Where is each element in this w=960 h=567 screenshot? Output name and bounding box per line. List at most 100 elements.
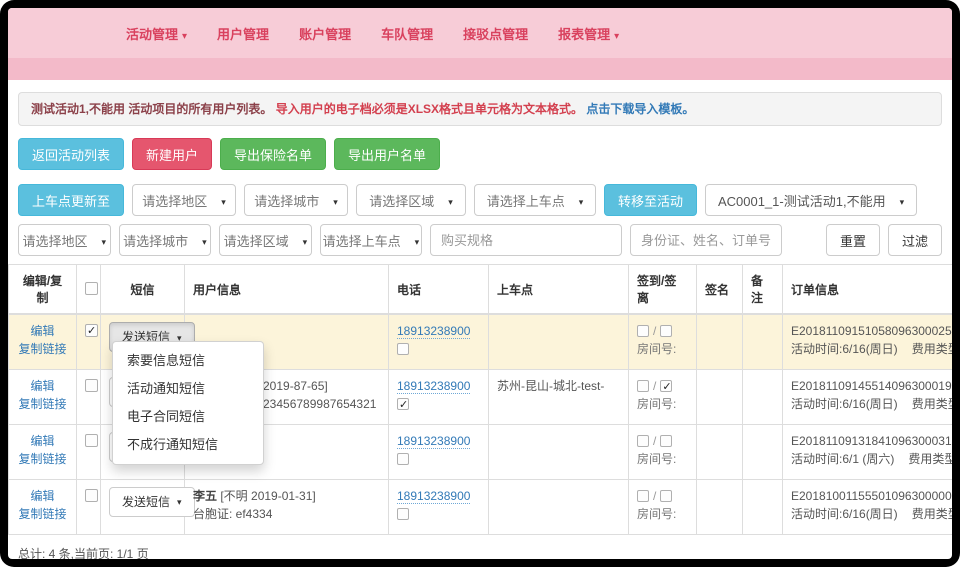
reset-button[interactable]: 重置	[826, 224, 880, 256]
purchase-spec-input[interactable]	[430, 224, 622, 256]
row-checkbox-cell	[77, 314, 101, 369]
phone-link[interactable]: 18913238900	[397, 489, 470, 504]
row-checkbox-cell	[77, 424, 101, 479]
nav-item-shuttle-point-mgmt[interactable]: 接驳点管理	[463, 24, 528, 43]
pickup-cell: 苏州-昆山-城北-test-	[489, 369, 629, 424]
edit-link[interactable]: 编辑	[17, 432, 68, 450]
activity-select[interactable]: AC0001_1-测试活动1,不能用	[705, 184, 917, 216]
remark-cell	[743, 424, 783, 479]
order-fee-type: 费用类型	[912, 342, 952, 356]
caret-down-icon	[333, 193, 338, 208]
nav-item-report-mgmt[interactable]: 报表管理	[558, 24, 619, 43]
edit-link[interactable]: 编辑	[17, 377, 68, 395]
order-number: E20181001155501096300000	[791, 487, 952, 505]
nav-item-user-mgmt[interactable]: 用户管理	[217, 24, 269, 43]
pickup-value: 苏州-昆山-城北-test-	[497, 379, 604, 393]
phone-checkbox[interactable]	[397, 453, 409, 465]
caret-down-icon	[415, 233, 420, 248]
select-value: 请选择城市	[254, 191, 319, 210]
copy-link[interactable]: 复制链接	[17, 450, 68, 468]
city-select[interactable]: 请选择城市	[244, 184, 348, 216]
edit-link[interactable]: 编辑	[17, 487, 68, 505]
edit-link[interactable]: 编辑	[17, 322, 68, 340]
district-select[interactable]: 请选择区域	[356, 184, 466, 216]
export-insurance-button[interactable]: 导出保险名单	[220, 138, 326, 170]
order-activity-time: 活动时间:6/16(周日)	[791, 397, 898, 411]
phone-checkbox[interactable]	[397, 343, 409, 355]
menu-item-request-info-sms[interactable]: 索要信息短信	[113, 347, 263, 375]
transfer-to-activity-button[interactable]: 转移至活动	[604, 184, 697, 216]
signout-checkbox[interactable]	[660, 325, 672, 337]
row-checkbox[interactable]	[85, 379, 98, 392]
alert-activity-title: 测试活动1,不能用 活动项目的所有用户列表。	[31, 102, 272, 116]
copy-link[interactable]: 复制链接	[17, 340, 68, 358]
select-all-checkbox[interactable]	[85, 282, 98, 295]
copy-link[interactable]: 复制链接	[17, 505, 68, 523]
phone-checkbox[interactable]	[397, 398, 409, 410]
signout-checkbox[interactable]	[660, 435, 672, 447]
search-input[interactable]	[630, 224, 782, 256]
sms-cell: 发送短信	[101, 479, 185, 534]
signin-checkbox[interactable]	[637, 380, 649, 392]
city-select-2[interactable]: 请选择城市	[119, 224, 212, 256]
download-template-link[interactable]: 点击下载导入模板。	[586, 102, 694, 116]
phone-link[interactable]: 18913238900	[397, 379, 470, 394]
signout-checkbox[interactable]	[660, 490, 672, 502]
signout-checkbox[interactable]	[660, 380, 672, 392]
nav-item-account-mgmt[interactable]: 账户管理	[299, 24, 351, 43]
header-edit-copy: 编辑/复制	[9, 265, 77, 315]
nav-item-fleet-mgmt[interactable]: 车队管理	[381, 24, 433, 43]
order-fee-type: 费用类型	[908, 452, 952, 466]
pickup-cell	[489, 479, 629, 534]
caret-down-icon	[202, 233, 207, 248]
back-to-activity-list-button[interactable]: 返回活动列表	[18, 138, 124, 170]
row-checkbox[interactable]	[85, 489, 98, 502]
update-pickup-point-button[interactable]: 上车点更新至	[18, 184, 124, 216]
menu-item-cancel-notice-sms[interactable]: 不成行通知短信	[113, 431, 263, 459]
signin-cell: / 房间号:	[629, 369, 697, 424]
signin-checkbox[interactable]	[637, 325, 649, 337]
header-pickup-point: 上车点	[489, 265, 629, 315]
pagination-summary: 总计: 4 条,当前页: 1/1 页	[18, 545, 942, 560]
phone-link[interactable]: 18913238900	[397, 324, 470, 339]
pickup-point-select-2[interactable]: 请选择上车点	[320, 224, 422, 256]
signin-cell: / 房间号:	[629, 479, 697, 534]
filter-button[interactable]: 过滤	[888, 224, 942, 256]
row-checkbox[interactable]	[85, 324, 98, 337]
remark-cell	[743, 479, 783, 534]
pickup-update-filter-row: 上车点更新至 请选择地区 请选择城市 请选择区域 请选择上车点 转移至活动 AC…	[18, 184, 942, 216]
export-users-button[interactable]: 导出用户名单	[334, 138, 440, 170]
signature-cell	[697, 369, 743, 424]
menu-item-econtract-sms[interactable]: 电子合同短信	[113, 403, 263, 431]
phone-checkbox[interactable]	[397, 508, 409, 520]
pickup-point-select[interactable]: 请选择上车点	[474, 184, 596, 216]
new-user-button[interactable]: 新建用户	[132, 138, 212, 170]
pickup-cell	[489, 314, 629, 369]
menu-item-activity-notice-sms[interactable]: 活动通知短信	[113, 375, 263, 403]
select-value: 请选择城市	[123, 231, 188, 250]
region-select-2[interactable]: 请选择地区	[18, 224, 111, 256]
nav-item-label: 报表管理	[558, 27, 610, 42]
copy-link[interactable]: 复制链接	[17, 395, 68, 413]
caret-down-icon	[579, 193, 584, 208]
row-checkbox[interactable]	[85, 434, 98, 447]
phone-link[interactable]: 18913238900	[397, 434, 470, 449]
top-navbar: 活动管理 用户管理 账户管理 车队管理 接驳点管理 报表管理	[8, 8, 952, 58]
caret-down-icon	[221, 193, 226, 208]
user-line1: [不明 2019-01-31]	[217, 489, 316, 503]
user-info-cell: 李五 [不明 2019-01-31] 台胞证: ef4334	[185, 479, 389, 534]
action-button-row: 返回活动列表 新建用户 导出保险名单 导出用户名单	[18, 138, 942, 170]
header-order-info: 订单信息	[783, 265, 953, 315]
nav-item-activity-mgmt[interactable]: 活动管理	[126, 24, 187, 43]
order-info-cell: E20181109151058096300025 活动时间:6/16(周日)费用…	[783, 314, 953, 369]
signin-checkbox[interactable]	[637, 435, 649, 447]
signin-checkbox[interactable]	[637, 490, 649, 502]
send-sms-button[interactable]: 发送短信	[109, 487, 195, 517]
user-line1: 2019-87-65]	[263, 377, 380, 395]
region-select[interactable]: 请选择地区	[132, 184, 236, 216]
header-remark: 备注	[743, 265, 783, 315]
order-info-cell: E20181001155501096300000 活动时间:6/16(周日)费用…	[783, 479, 953, 534]
table-row: 编辑 复制链接 发送短信 李五 [不明 2019-01-31] 台胞证: ef4…	[9, 479, 953, 534]
district-select-2[interactable]: 请选择区域	[219, 224, 312, 256]
signin-cell: / 房间号:	[629, 314, 697, 369]
